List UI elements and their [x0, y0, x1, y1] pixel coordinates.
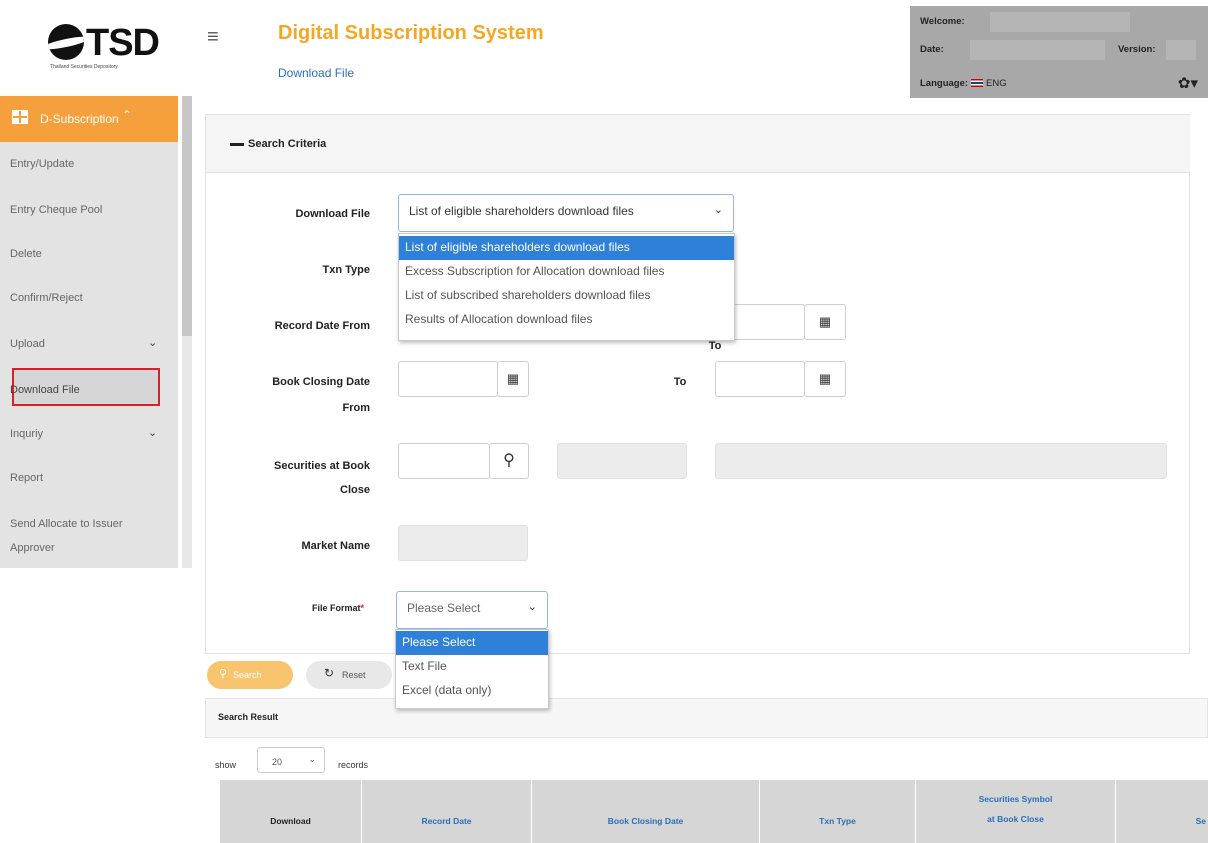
download-file-select[interactable]: List of eligible shareholders download f…	[398, 194, 734, 232]
column-record-date[interactable]: Record Date	[362, 780, 532, 843]
sidebar: D-Subscription ⌃ Entry/Update Entry Cheq…	[0, 96, 178, 568]
logo-subtext: Thailand Securities Depository	[50, 64, 118, 70]
required-mark: *	[360, 603, 364, 613]
file-format-option[interactable]: Text File	[396, 655, 548, 679]
securities-symbol-input[interactable]	[398, 443, 490, 479]
column-book-closing-date[interactable]: Book Closing Date	[532, 780, 760, 843]
securities-at-book-label: Securities at Book	[274, 460, 370, 472]
logo-text: TSD	[86, 22, 160, 64]
search-icon[interactable]: ⚲	[489, 443, 529, 479]
file-format-dropdown: Please Select Text File Excel (data only…	[395, 629, 549, 709]
welcome-value	[990, 12, 1130, 32]
show-label: show	[215, 760, 237, 770]
page-size-select[interactable]: 20 ⌄	[257, 747, 325, 773]
book-closing-to-input[interactable]	[715, 361, 805, 397]
market-name-label: Market Name	[301, 540, 370, 552]
hamburger-menu-icon[interactable]: ≡	[207, 26, 219, 49]
sidebar-scrollbar[interactable]	[182, 96, 192, 336]
securities-close-label: Close	[340, 484, 370, 496]
download-file-value: List of eligible shareholders download f…	[409, 204, 634, 218]
book-closing-date-label: Book Closing Date	[272, 376, 370, 388]
date-value	[970, 40, 1105, 60]
logo-mark-icon	[48, 24, 84, 60]
file-format-value: Please Select	[407, 601, 481, 615]
version-value	[1166, 40, 1196, 60]
result-table-header: Download Record Date Book Closing Date T…	[220, 780, 1208, 843]
calendar-icon[interactable]: ▦	[497, 361, 529, 397]
txn-type-label: Txn Type	[322, 264, 370, 276]
book-closing-to-label: To	[673, 376, 687, 388]
records-label: records	[338, 760, 369, 770]
search-criteria-title[interactable]: Search Criteria	[230, 138, 326, 150]
download-file-option[interactable]: List of subscribed shareholders download…	[399, 284, 734, 308]
sidebar-item-entry-update[interactable]: Entry/Update	[10, 158, 74, 170]
app-title: Digital Subscription System	[278, 22, 544, 44]
welcome-label: Welcome:	[920, 16, 965, 27]
chevron-down-icon: ⌄	[308, 754, 316, 764]
search-icon: ⚲	[219, 668, 228, 680]
download-file-label: Download File	[295, 208, 370, 220]
search-result-title: Search Result	[218, 712, 279, 722]
calendar-icon[interactable]: ▦	[804, 361, 846, 397]
date-label: Date:	[920, 44, 944, 55]
sidebar-item-entry-cheque-pool[interactable]: Entry Cheque Pool	[10, 204, 102, 216]
reset-button[interactable]: ↻ Reset	[306, 661, 392, 689]
sidebar-item-send-allocate[interactable]: Send Allocate to Issuer	[10, 518, 123, 530]
file-format-label: File Format*	[311, 603, 364, 613]
sidebar-section-d-subscription[interactable]: D-Subscription ⌃	[0, 96, 178, 142]
column-download[interactable]: Download	[220, 780, 362, 843]
sidebar-section-label: D-Subscription	[40, 112, 119, 126]
uk-flag-icon	[971, 79, 984, 88]
collapse-icon	[230, 142, 244, 146]
language-label: Language:	[920, 78, 969, 89]
calendar-icon[interactable]: ▦	[804, 304, 846, 340]
record-date-to-label: To	[708, 340, 722, 352]
sidebar-item-delete[interactable]: Delete	[10, 248, 42, 260]
sidebar-item-confirm-reject[interactable]: Confirm/Reject	[10, 292, 83, 304]
sidebar-item-report[interactable]: Report	[10, 472, 43, 484]
sidebar-item-inquiry[interactable]: Inquriy	[10, 428, 43, 440]
securities-name-field	[715, 443, 1167, 479]
user-info-box: Welcome: Date: Version: Language: ENG ✿▾	[910, 6, 1208, 98]
grid-icon	[12, 110, 28, 124]
column-txn-type[interactable]: Txn Type	[760, 780, 916, 843]
column-se[interactable]: Se	[1116, 780, 1208, 843]
chevron-down-icon: ⌄	[527, 601, 537, 613]
chevron-down-icon[interactable]: ⌄	[148, 336, 157, 349]
download-file-option[interactable]: Results of Allocation download files	[399, 308, 734, 332]
sidebar-item-upload[interactable]: Upload	[10, 338, 45, 350]
gear-icon[interactable]: ✿▾	[1178, 74, 1198, 92]
book-closing-from-input[interactable]	[398, 361, 498, 397]
breadcrumb[interactable]: Download File	[278, 66, 354, 80]
download-file-option[interactable]: Excess Subscription for Allocation downl…	[399, 260, 734, 284]
download-file-option[interactable]: List of eligible shareholders download f…	[399, 236, 734, 260]
sidebar-item-download-file[interactable]: Download File	[10, 384, 80, 396]
file-format-select[interactable]: Please Select ⌄	[396, 591, 548, 629]
chevron-down-icon: ⌄	[713, 204, 723, 216]
column-securities-symbol[interactable]: Securities Symbol at Book Close	[916, 780, 1116, 843]
tsd-logo: TSD Thailand Securities Depository	[38, 18, 168, 70]
search-result-header	[205, 698, 1208, 738]
download-file-dropdown: List of eligible shareholders download f…	[398, 233, 735, 341]
search-criteria-header[interactable]	[206, 115, 1190, 173]
market-name-field	[398, 525, 528, 561]
chevron-down-icon[interactable]: ⌄	[148, 426, 157, 439]
refresh-icon: ↻	[324, 666, 335, 680]
record-date-from-label: Record Date From	[274, 320, 370, 332]
language-value: ENG	[986, 78, 1007, 89]
search-button[interactable]: ⚲ Search	[207, 661, 293, 689]
sidebar-item-approver[interactable]: Approver	[10, 542, 55, 554]
version-label: Version:	[1118, 44, 1156, 55]
file-format-option[interactable]: Please Select	[396, 631, 548, 655]
file-format-option[interactable]: Excel (data only)	[396, 679, 548, 703]
book-closing-from-label: From	[342, 402, 371, 414]
language-selector[interactable]: Language: ENG	[920, 78, 1007, 89]
chevron-up-icon: ⌃	[122, 108, 133, 122]
securities-code-field	[557, 443, 687, 479]
